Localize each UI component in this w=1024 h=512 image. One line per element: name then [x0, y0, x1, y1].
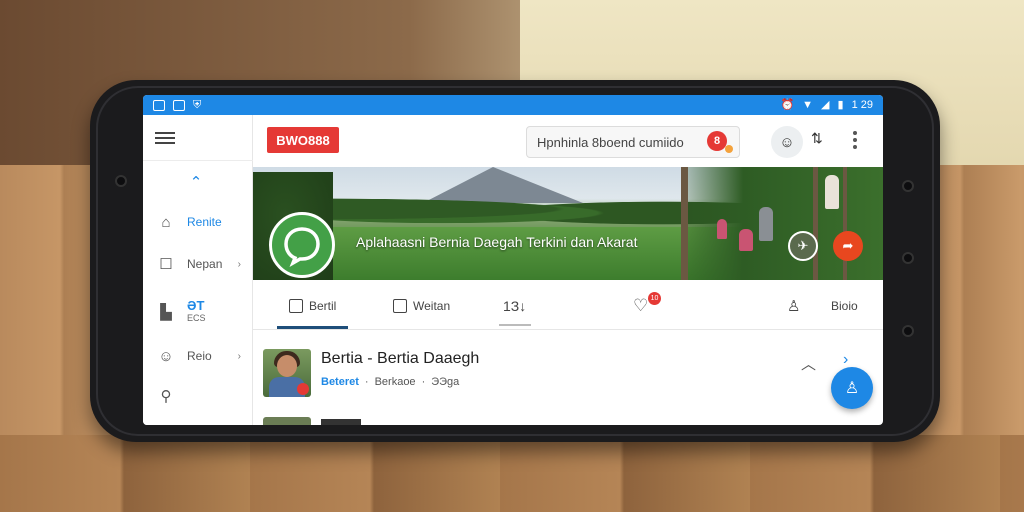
- heart-icon: ♡: [633, 296, 649, 315]
- sidebar-header: [143, 115, 253, 161]
- sidebar-item-label-top: ƏT: [187, 298, 205, 313]
- sidebar-collapse[interactable]: ⌃: [143, 169, 253, 195]
- list-item-thumbnail: [263, 349, 311, 397]
- sidebar-item-label: Reio: [187, 349, 212, 363]
- mute-icon[interactable]: ✈: [788, 231, 818, 261]
- sidebar: ⌃ ⌂ Renite ☐ Nepan › ▙ ƏT ECS ☺ Reio › ⚲: [143, 115, 253, 425]
- meta-separator: ·: [364, 376, 369, 388]
- gallery-icon: [173, 99, 185, 111]
- banner-tree-trunk: [813, 167, 818, 280]
- tab-favorites[interactable]: ♡ 10: [633, 292, 661, 318]
- banner-person: [825, 175, 839, 209]
- channel-avatar[interactable]: [269, 212, 335, 278]
- status-bar: ⛨ ⏰ ▼ ◢ ▮ 1 29: [143, 95, 883, 115]
- sidebar-item-label: Renite: [187, 215, 222, 229]
- wooden-table-front: [0, 435, 1024, 512]
- add-user-button[interactable]: ♙: [831, 367, 873, 409]
- app-logo[interactable]: BWO888: [267, 127, 339, 153]
- sidebar-item-home[interactable]: ⌂ Renite: [143, 209, 253, 235]
- sidebar-item-label: Nepan: [187, 257, 223, 271]
- banner-person: [739, 229, 753, 251]
- banner-person: [717, 219, 727, 239]
- chat-bubble-icon: [284, 227, 320, 267]
- tab-bertil[interactable]: Bertil: [276, 282, 349, 330]
- tab-weitan[interactable]: Weitan: [393, 282, 450, 330]
- notification-icon: [153, 99, 165, 111]
- banner-person: [759, 207, 773, 241]
- sidebar-item-stack-label: ƏT ECS: [187, 298, 206, 324]
- user-icon: ♙: [787, 298, 801, 315]
- search-badge[interactable]: 8: [707, 131, 727, 151]
- next-item-thumbnail: [263, 417, 311, 425]
- phone-sensor-3: [902, 325, 914, 337]
- person-icon: ♙: [844, 380, 860, 397]
- list-item[interactable]: Bertia - Bertia Daaegh Beteret · Berkaoe…: [253, 331, 883, 411]
- status-time: 1 29: [851, 99, 873, 111]
- sidebar-item-radio[interactable]: ☺ Reio ›: [143, 343, 253, 369]
- sidebar-item-location[interactable]: ⚲: [143, 383, 253, 409]
- smiley-icon: ☺: [158, 347, 174, 365]
- hero-banner: Aplahaasni Bernia Daegah Terkini dan Aka…: [253, 167, 883, 280]
- tab-underline: [499, 324, 531, 326]
- meta-separator: ·: [421, 376, 426, 388]
- more-options-icon[interactable]: [853, 129, 859, 151]
- chevron-right-icon: ›: [237, 350, 241, 362]
- hamburger-menu-icon[interactable]: [155, 129, 175, 145]
- sidebar-item-pages[interactable]: ☐ Nepan ›: [143, 251, 253, 277]
- search-text: Hpnhinla 8boend cumiido: [537, 134, 684, 150]
- sort-icon[interactable]: ⇅: [811, 130, 823, 147]
- tab-bar: Bertil Weitan 1З↓ ♡ 10 ♙ Bioio: [253, 282, 883, 330]
- alarm-icon: ⏰: [780, 98, 795, 111]
- shield-icon: ⛨: [193, 98, 202, 111]
- tab-bioio[interactable]: Bioio: [831, 282, 858, 330]
- bar-chart-icon: ▙: [160, 304, 172, 321]
- app-header: BWO888 Hpnhinla 8boend cumiido 8 ☺ ⇅: [253, 115, 883, 165]
- pin-icon: ⚲: [160, 388, 172, 405]
- tab-label: Bertil: [309, 299, 337, 313]
- battery-icon: ▮: [837, 98, 844, 111]
- tab-label: 1З↓: [503, 298, 527, 314]
- list-item-source: Beteret: [321, 376, 359, 388]
- favorites-badge: 10: [648, 292, 661, 305]
- banner-tree-trunk: [843, 167, 847, 280]
- tab-profile[interactable]: ♙: [787, 282, 800, 330]
- edit-icon: [289, 299, 303, 313]
- wifi-icon: ▼: [802, 98, 814, 111]
- robot-icon[interactable]: ☺: [771, 126, 803, 158]
- chevron-right-icon: ›: [237, 258, 241, 270]
- phone-screen: ⛨ ⏰ ▼ ◢ ▮ 1 29 ⌃ ⌂ Renite ☐ Nepan › ▙ ƏT…: [143, 95, 883, 425]
- chevron-up-icon[interactable]: ︿: [801, 353, 816, 374]
- phone-sensor-2: [902, 252, 914, 264]
- tab-label: Bioio: [831, 299, 858, 313]
- signal-icon: ◢: [821, 98, 830, 111]
- search-input[interactable]: Hpnhinla 8boend cumiido 8: [526, 126, 740, 158]
- phone-sensor: [902, 180, 914, 192]
- list-item-meta: Beteret · Berkaoe · ЭЭgа: [321, 376, 459, 388]
- square-icon: ☐: [159, 256, 173, 273]
- tab-label: Weitan: [413, 299, 451, 313]
- search-badge-dot: [725, 145, 733, 153]
- phone-camera: [115, 175, 127, 187]
- list-item-meta-2: ЭЭgа: [431, 376, 460, 388]
- list-item-meta-1: Berkaoe: [374, 376, 416, 388]
- next-item-title: [321, 419, 361, 425]
- chevron-up-icon: ⌃: [189, 174, 203, 191]
- home-icon: ⌂: [161, 213, 171, 231]
- sidebar-item-stats[interactable]: ▙ ƏT ECS: [143, 295, 253, 329]
- edit-icon: [393, 299, 407, 313]
- banner-trees-right: [683, 167, 883, 280]
- tab-sort[interactable]: 1З↓: [503, 282, 526, 330]
- banner-title: Aplahaasni Bernia Daegah Terkini dan Aka…: [356, 234, 638, 250]
- share-icon[interactable]: ➦: [833, 231, 863, 261]
- sidebar-item-label-bottom: ECS: [187, 313, 206, 323]
- list-item-title: Bertia - Bertia Daaegh: [321, 350, 480, 367]
- banner-tree-trunk: [681, 167, 688, 280]
